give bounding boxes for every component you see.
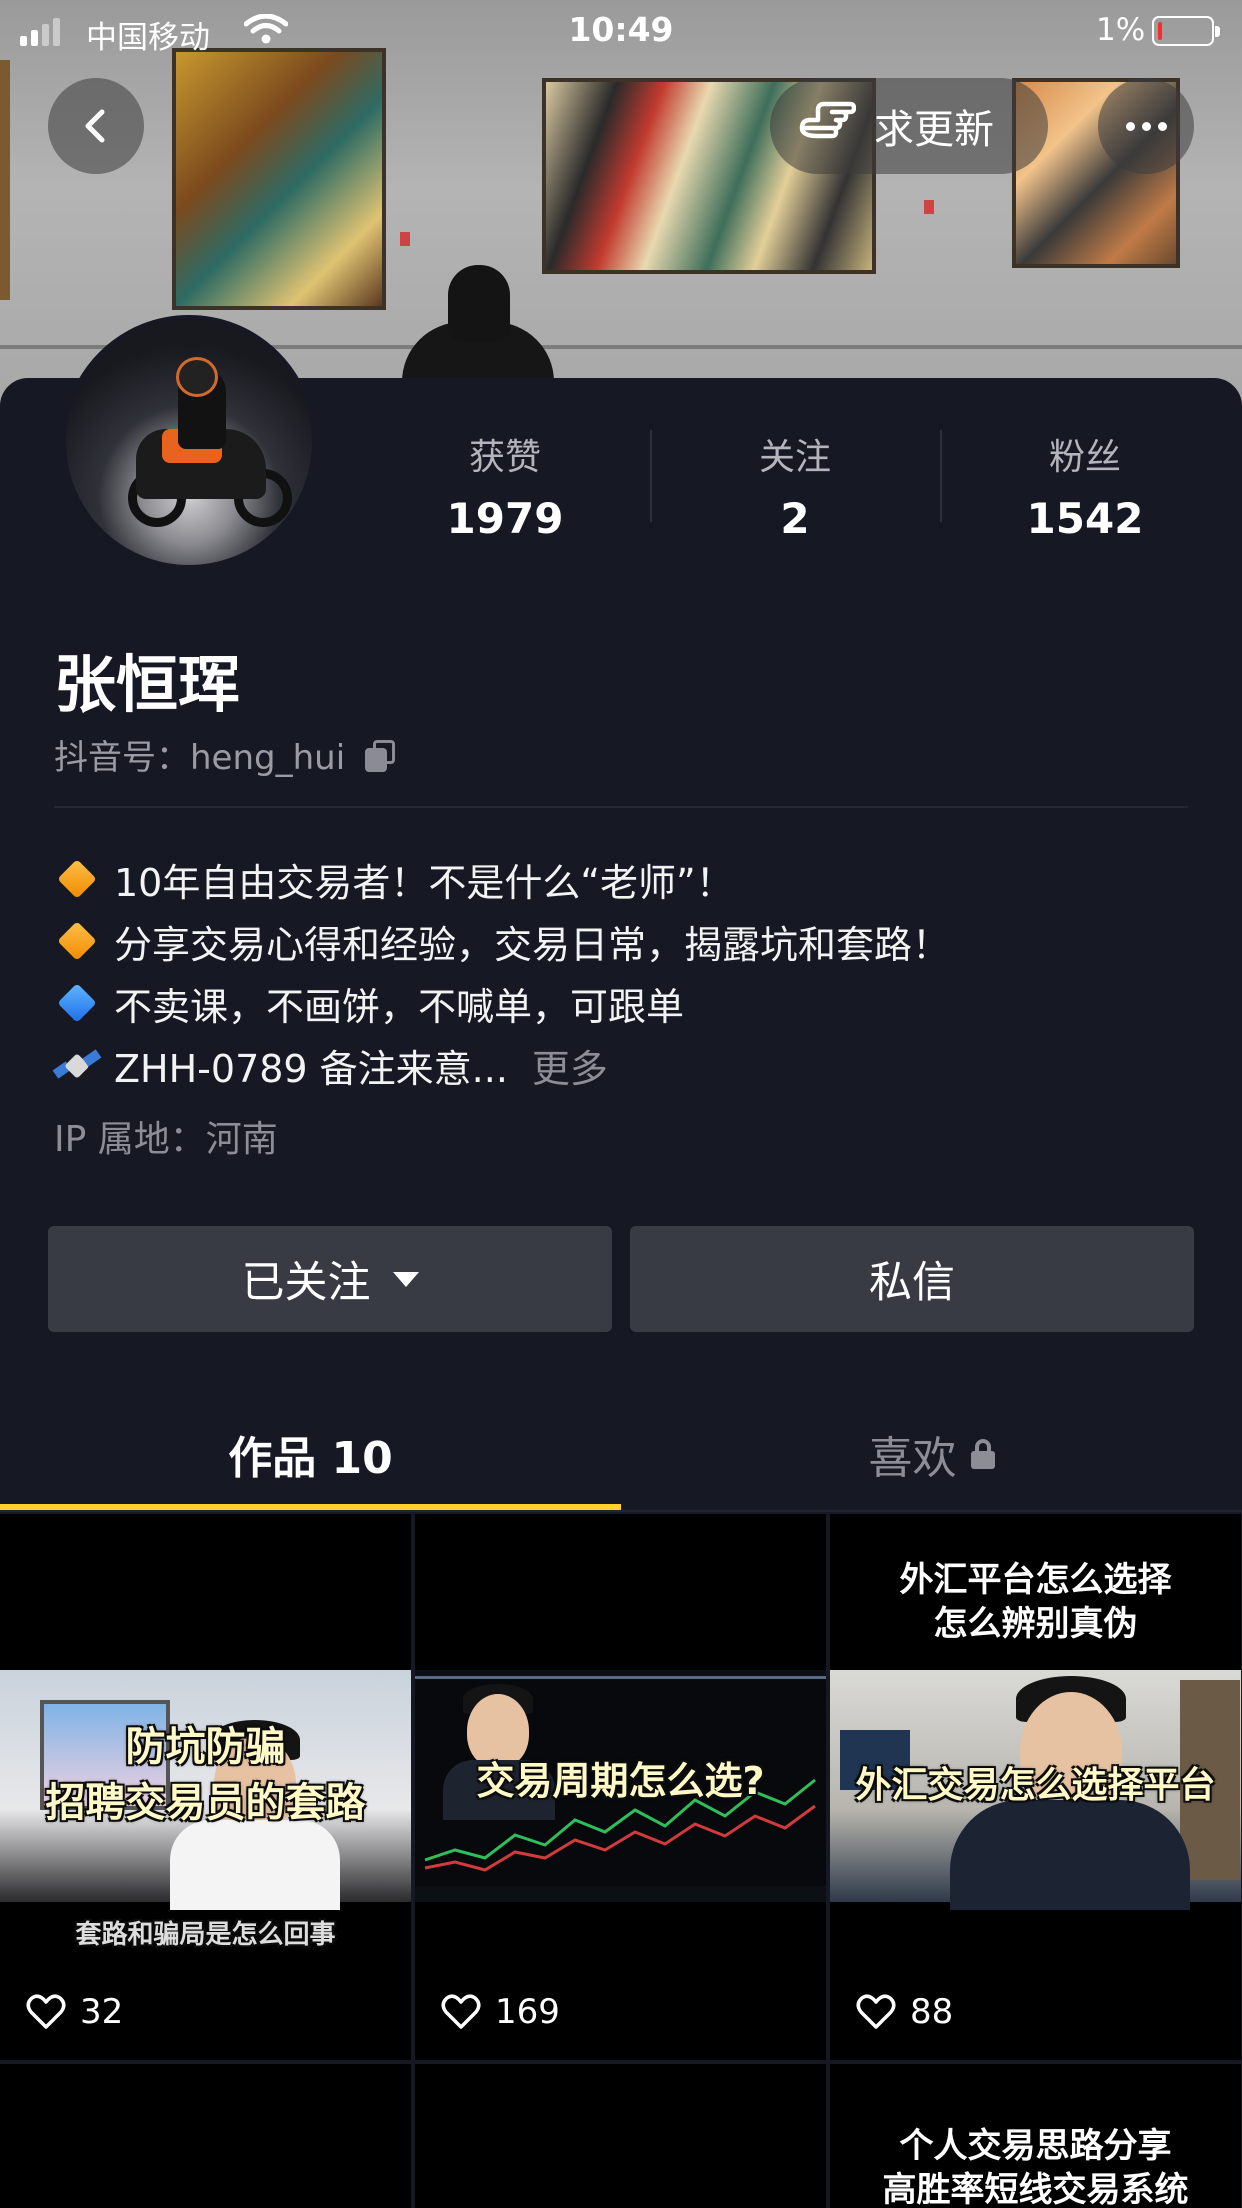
video-top-caption-line: 高胜率短线交易系统 xyxy=(882,2170,1189,2208)
bio-more-link[interactable]: 更多 xyxy=(532,1038,608,1093)
bio-text: ZHH-0789 备注来意... xyxy=(114,1046,508,1091)
divider xyxy=(54,806,1188,808)
following-button[interactable]: 已关注 xyxy=(48,1226,612,1332)
video-thumbnail[interactable]: 个人交易思路分享 高胜率短线交易系统 xyxy=(830,2064,1241,2208)
pointing-hand-icon xyxy=(799,101,856,139)
viewer-head xyxy=(448,265,510,341)
bio-text: 分享交易心得和经验，交易日常，揭露坑和套路！ xyxy=(114,922,951,967)
video-top-caption-line: 怎么辨别真伪 xyxy=(933,1604,1138,1644)
profile-bio: 10年自由交易者！不是什么“老师”！ 分享交易心得和经验，交易日常，揭露坑和套路… xyxy=(52,848,1188,1096)
video-likes: 88 xyxy=(856,1992,953,2032)
battery-icon xyxy=(1152,16,1220,46)
tab-works-label: 作品 10 xyxy=(228,1433,393,1484)
like-count: 169 xyxy=(495,1992,560,2032)
bio-text: 不卖课，不画饼，不喊单，可跟单 xyxy=(114,984,685,1029)
wall-tag xyxy=(924,200,934,214)
like-count: 88 xyxy=(910,1992,954,2032)
wall-tag xyxy=(400,232,410,246)
request-update-button[interactable]: 求更新 xyxy=(770,78,1048,174)
bio-line: ZHH-0789 备注来意... 更多 xyxy=(52,1034,1188,1096)
request-update-label: 求更新 xyxy=(874,107,994,153)
avatar[interactable] xyxy=(62,315,316,569)
lock-icon xyxy=(970,1439,995,1469)
ip-location: IP 属地：河南 xyxy=(54,1119,278,1160)
stat-following[interactable]: 关注 2 xyxy=(650,420,940,543)
video-top-caption-line: 个人交易思路分享 xyxy=(899,2126,1172,2166)
profile-handle: 抖音号：heng_hui xyxy=(54,730,397,779)
video-caption: 招聘交易员的套路 xyxy=(45,1780,366,1826)
bio-line: 不卖课，不画饼，不喊单，可跟单 xyxy=(54,972,1188,1034)
message-button[interactable]: 私信 xyxy=(630,1226,1194,1332)
ellipsis-icon xyxy=(1125,121,1167,131)
copy-icon[interactable] xyxy=(363,738,397,772)
orange-diamond-icon xyxy=(57,921,97,961)
profile-stats: 获赞 1979 关注 2 粉丝 1542 xyxy=(360,420,1230,543)
following-label: 已关注 xyxy=(241,1258,371,1308)
heart-icon xyxy=(26,1994,66,2029)
heart-icon xyxy=(856,1994,896,2029)
video-caption: 交易周期怎么选? xyxy=(476,1759,765,1803)
stat-value: 2 xyxy=(780,494,810,543)
bio-line: 分享交易心得和经验，交易日常，揭露坑和套路！ xyxy=(54,910,1188,972)
stat-value: 1542 xyxy=(1026,494,1144,543)
bio-line: 10年自由交易者！不是什么“老师”！ xyxy=(54,848,1188,910)
stat-label: 粉丝 xyxy=(1048,437,1121,478)
tab-divider xyxy=(0,1510,1242,1512)
like-count: 32 xyxy=(80,1992,124,2032)
video-thumbnail[interactable] xyxy=(0,2064,411,2208)
video-top-caption: 外汇平台怎么选择 怎么辨别真伪 xyxy=(830,1558,1241,1646)
chevron-left-icon xyxy=(85,109,105,143)
tab-likes-label: 喜欢 xyxy=(868,1433,957,1484)
video-likes: 32 xyxy=(26,1992,123,2032)
painting-left-edge xyxy=(0,60,10,300)
video-top-caption-line: 外汇平台怎么选择 xyxy=(899,1560,1172,1600)
handle-text: 抖音号：heng_hui xyxy=(54,738,346,778)
blue-diamond-icon xyxy=(57,983,97,1023)
video-top-caption: 个人交易思路分享 高胜率短线交易系统 xyxy=(830,2124,1241,2208)
satellite-icon xyxy=(52,1045,102,1085)
video-likes: 169 xyxy=(441,1992,560,2032)
stat-value: 1979 xyxy=(446,494,564,543)
clock: 10:49 xyxy=(568,10,674,49)
status-bar: 中国移动 10:49 1% xyxy=(0,0,1242,60)
content-tabs: 作品 10 喜欢 xyxy=(0,1400,1242,1512)
orange-diamond-icon xyxy=(57,859,97,899)
video-thumbnail[interactable]: 交易周期怎么选? 169 xyxy=(415,1514,826,2060)
back-button[interactable] xyxy=(48,78,144,174)
tab-works[interactable]: 作品 10 xyxy=(0,1400,621,1508)
stat-label: 获赞 xyxy=(468,437,541,478)
tab-likes[interactable]: 喜欢 xyxy=(621,1400,1242,1508)
caret-down-icon xyxy=(392,1271,419,1287)
video-caption: 防坑防骗 xyxy=(125,1724,286,1770)
stat-followers[interactable]: 粉丝 1542 xyxy=(940,420,1230,543)
bio-text: 10年自由交易者！不是什么“老师”！ xyxy=(114,860,734,905)
profile-name: 张恒珲 xyxy=(54,648,241,721)
painting-1 xyxy=(172,48,386,310)
video-grid: 防坑防骗 招聘交易员的套路 套路和骗局是怎么回事 32 交易周期怎么选? 169 xyxy=(0,1514,1242,2208)
stat-likes-received[interactable]: 获赞 1979 xyxy=(360,420,650,543)
message-label: 私信 xyxy=(869,1258,955,1308)
video-thumbnail[interactable] xyxy=(415,2064,826,2208)
more-options-button[interactable] xyxy=(1098,78,1194,174)
battery-percent: 1% xyxy=(1096,12,1146,48)
video-subcaption: 套路和骗局是怎么回事 xyxy=(75,1920,336,1950)
video-thumbnail[interactable]: 外汇平台怎么选择 怎么辨别真伪 外汇交易怎么选择平台 88 xyxy=(830,1514,1241,2060)
heart-icon xyxy=(441,1994,481,2029)
stat-label: 关注 xyxy=(758,437,831,478)
video-caption: 外汇交易怎么选择平台 xyxy=(855,1765,1216,1806)
video-thumbnail[interactable]: 防坑防骗 招聘交易员的套路 套路和骗局是怎么回事 32 xyxy=(0,1514,411,2060)
